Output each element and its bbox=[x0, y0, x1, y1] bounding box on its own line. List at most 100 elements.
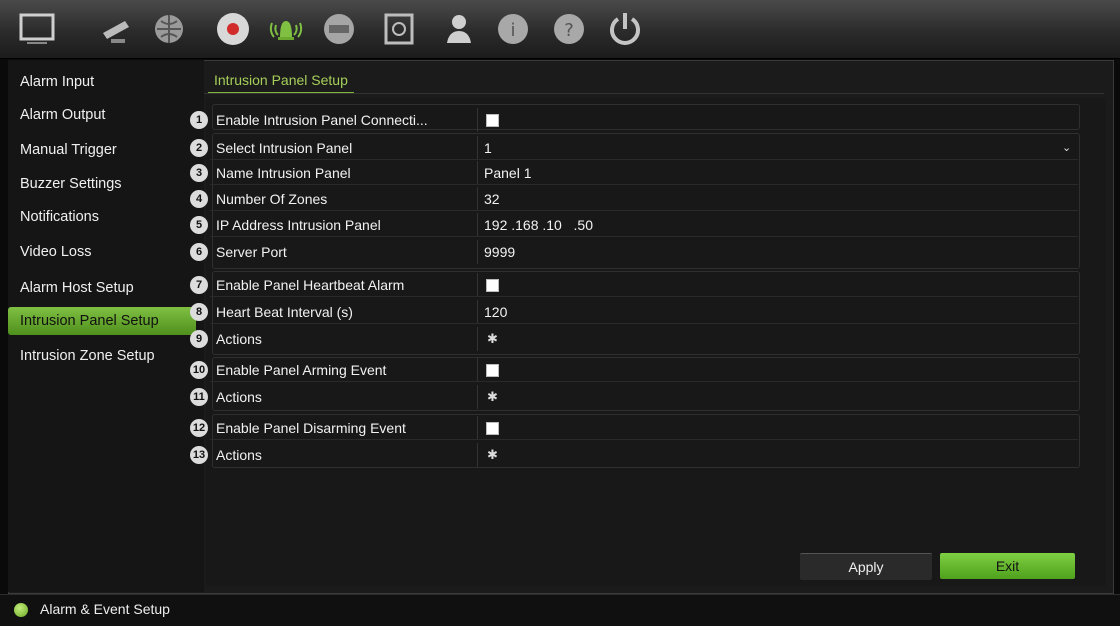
divider bbox=[477, 385, 478, 409]
row-ip-address: 5 IP Address Intrusion Panel 192 .168 .1… bbox=[190, 213, 1078, 237]
divider bbox=[477, 136, 478, 160]
number-of-zones-input[interactable]: 32 bbox=[484, 187, 500, 211]
svg-text:i: i bbox=[510, 20, 515, 41]
divider bbox=[210, 159, 1078, 160]
row-disarming-actions: 13 Actions ✱ bbox=[190, 443, 1078, 467]
row-label: Enable Panel Heartbeat Alarm bbox=[216, 277, 405, 293]
row-heartbeat-interval: 8 Heart Beat Interval (s) 120 bbox=[190, 300, 1078, 324]
divider bbox=[210, 381, 1078, 382]
camera-icon[interactable] bbox=[96, 8, 138, 50]
row-heartbeat-alarm: 7 Enable Panel Heartbeat Alarm bbox=[190, 273, 1078, 297]
status-text: Alarm & Event Setup bbox=[40, 601, 170, 617]
step-number: 1 bbox=[190, 111, 208, 129]
alarm-icon[interactable] bbox=[265, 8, 307, 50]
sidebar-item-manual-trigger[interactable]: Manual Trigger bbox=[8, 136, 196, 164]
row-number-of-zones: 4 Number Of Zones 32 bbox=[190, 187, 1078, 211]
sidebar-item-alarm-input[interactable]: Alarm Input bbox=[8, 68, 196, 96]
panel-name-input[interactable]: Panel 1 bbox=[484, 161, 531, 185]
row-panel-name: 3 Name Intrusion Panel Panel 1 bbox=[190, 161, 1078, 185]
power-icon[interactable] bbox=[604, 8, 646, 50]
heartbeat-interval-input[interactable]: 120 bbox=[484, 300, 507, 324]
svg-text:?: ? bbox=[564, 20, 574, 41]
tab-intrusion-panel-setup[interactable]: Intrusion Panel Setup bbox=[208, 68, 354, 94]
divider bbox=[477, 108, 478, 132]
help-icon[interactable]: ? bbox=[548, 8, 590, 50]
row-heartbeat-actions: 9 Actions ✱ bbox=[190, 327, 1078, 351]
row-label: Actions bbox=[216, 447, 262, 463]
divider bbox=[210, 296, 1078, 297]
gear-icon[interactable]: ✱ bbox=[487, 385, 498, 409]
step-number: 3 bbox=[190, 164, 208, 182]
sidebar-item-buzzer-settings[interactable]: Buzzer Settings bbox=[8, 170, 196, 198]
tab-divider bbox=[204, 93, 1104, 94]
sidebar-item-alarm-output[interactable]: Alarm Output bbox=[8, 101, 196, 129]
gear-icon[interactable]: ✱ bbox=[487, 327, 498, 351]
ip-address-input[interactable]: 192 .168 .10 .50 bbox=[484, 213, 593, 237]
row-label: Number Of Zones bbox=[216, 191, 328, 207]
row-label: Actions bbox=[216, 389, 262, 405]
sidebar-item-notifications[interactable]: Notifications bbox=[8, 203, 196, 231]
divider bbox=[477, 273, 478, 297]
help-icon bbox=[14, 603, 28, 617]
divider bbox=[477, 213, 478, 237]
row-label: Actions bbox=[216, 331, 262, 347]
apply-button[interactable]: Apply bbox=[800, 553, 932, 580]
divider bbox=[210, 439, 1078, 440]
record-icon[interactable] bbox=[212, 8, 254, 50]
hdd-icon[interactable] bbox=[318, 8, 360, 50]
divider bbox=[477, 300, 478, 324]
divider bbox=[477, 443, 478, 467]
row-label: Enable Panel Arming Event bbox=[216, 362, 387, 378]
network-icon[interactable] bbox=[148, 8, 190, 50]
exit-button[interactable]: Exit bbox=[940, 553, 1075, 579]
divider bbox=[210, 210, 1078, 211]
row-enable-connection: 1 Enable Intrusion Panel Connecti... bbox=[190, 108, 1078, 132]
step-number: 12 bbox=[190, 419, 208, 437]
server-port-input[interactable]: 9999 bbox=[484, 240, 515, 264]
sidebar-item-intrusion-panel-setup[interactable]: Intrusion Panel Setup bbox=[8, 307, 196, 335]
divider bbox=[210, 236, 1078, 237]
row-label: IP Address Intrusion Panel bbox=[216, 217, 381, 233]
step-number: 13 bbox=[190, 446, 208, 464]
row-label: Select Intrusion Panel bbox=[216, 140, 353, 156]
step-number: 4 bbox=[190, 190, 208, 208]
gear-icon[interactable]: ✱ bbox=[487, 443, 498, 467]
row-label: Heart Beat Interval (s) bbox=[216, 304, 353, 320]
row-select-panel: 2 Select Intrusion Panel 1 ⌄ bbox=[190, 136, 1078, 160]
divider bbox=[477, 416, 478, 440]
row-server-port: 6 Server Port 9999 bbox=[190, 240, 1078, 264]
monitor-icon[interactable] bbox=[16, 8, 58, 50]
disarming-event-checkbox[interactable] bbox=[486, 422, 499, 435]
info-icon[interactable]: i bbox=[492, 8, 534, 50]
step-number: 9 bbox=[190, 330, 208, 348]
divider bbox=[210, 184, 1078, 185]
row-disarming-event: 12 Enable Panel Disarming Event bbox=[190, 416, 1078, 440]
step-number: 10 bbox=[190, 361, 208, 379]
top-toolbar: i ? bbox=[0, 0, 1120, 59]
heartbeat-alarm-checkbox[interactable] bbox=[486, 279, 499, 292]
row-label: Name Intrusion Panel bbox=[216, 165, 351, 181]
sidebar-item-alarm-host-setup[interactable]: Alarm Host Setup bbox=[8, 274, 196, 302]
enable-connection-checkbox[interactable] bbox=[486, 114, 499, 127]
divider bbox=[477, 240, 478, 264]
row-arming-actions: 11 Actions ✱ bbox=[190, 385, 1078, 409]
divider bbox=[210, 323, 1078, 324]
select-panel-dropdown[interactable]: 1 bbox=[484, 136, 492, 160]
arming-event-checkbox[interactable] bbox=[486, 364, 499, 377]
row-label: Server Port bbox=[216, 244, 287, 260]
divider bbox=[477, 187, 478, 211]
user-icon[interactable] bbox=[438, 8, 480, 50]
sidebar-item-video-loss[interactable]: Video Loss bbox=[8, 238, 196, 266]
chevron-down-icon[interactable]: ⌄ bbox=[1062, 136, 1071, 160]
step-number: 2 bbox=[190, 139, 208, 157]
storage-icon[interactable] bbox=[378, 8, 420, 50]
sidebar: Alarm Input Alarm Output Manual Trigger … bbox=[8, 60, 204, 592]
row-label: Enable Panel Disarming Event bbox=[216, 420, 406, 436]
step-number: 8 bbox=[190, 303, 208, 321]
row-arming-event: 10 Enable Panel Arming Event bbox=[190, 358, 1078, 382]
step-number: 5 bbox=[190, 216, 208, 234]
sidebar-item-intrusion-zone-setup[interactable]: Intrusion Zone Setup bbox=[8, 342, 196, 370]
step-number: 6 bbox=[190, 243, 208, 261]
divider bbox=[477, 161, 478, 185]
step-number: 11 bbox=[190, 388, 208, 406]
